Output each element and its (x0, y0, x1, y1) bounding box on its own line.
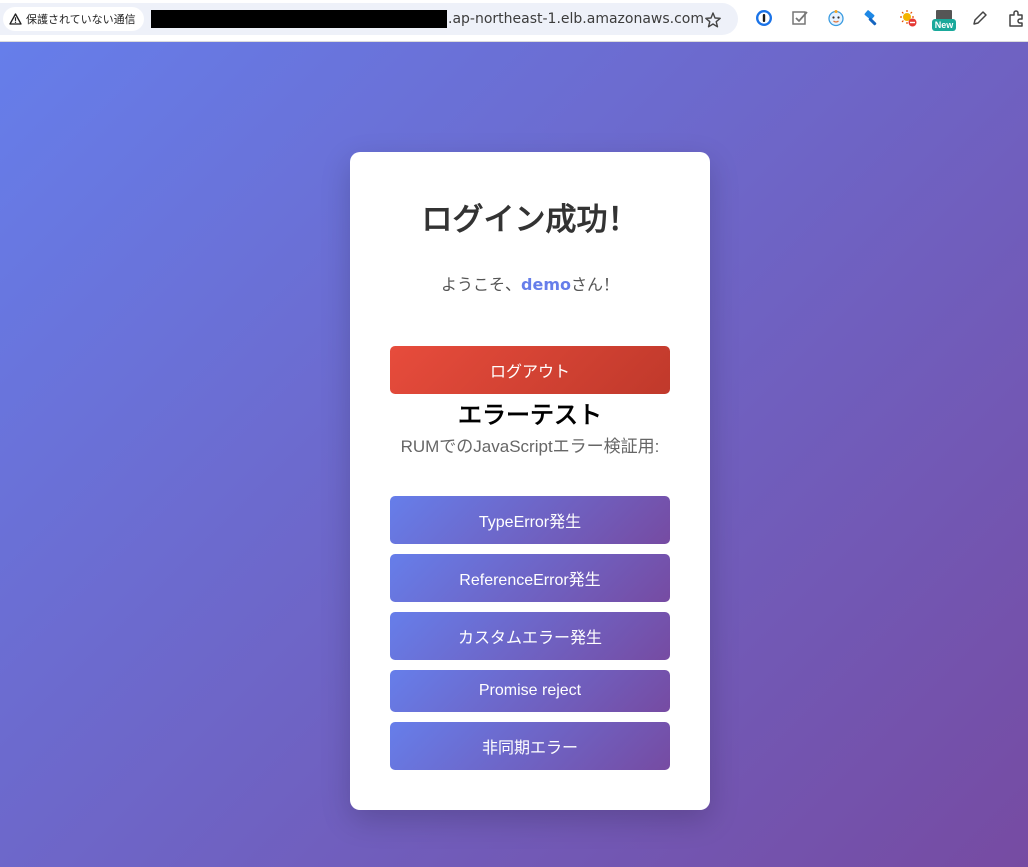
page-title: ログイン成功！ (421, 202, 639, 238)
page-background: ログイン成功！ ようこそ、demoさん！ ログアウト エラーテスト RUMでのJ… (0, 42, 1028, 867)
url-text[interactable]: .ap-northeast-1.elb.amazonaws.com (448, 10, 704, 28)
sun-blocked-icon[interactable] (899, 9, 917, 27)
reference-error-button[interactable]: ReferenceError発生 (390, 554, 670, 602)
new-badge: New (935, 20, 955, 30)
security-indicator[interactable]: 保護されていない通信 (3, 7, 144, 31)
puzzle-icon[interactable] (1007, 9, 1025, 27)
1password-icon[interactable] (755, 9, 773, 27)
welcome-suffix: さん！ (570, 275, 619, 294)
error-test-heading: エラーテスト (458, 401, 602, 429)
welcome-prefix: ようこそ、 (441, 275, 522, 294)
bookmark-star-icon[interactable] (704, 11, 722, 29)
security-label: 保護されていない通信 (26, 13, 136, 26)
pen-icon[interactable] (971, 9, 989, 27)
error-test-description: RUMでのJavaScriptエラー検証用: (400, 437, 660, 456)
browser-toolbar: 保護されていない通信 .ap-northeast-1.elb.amazonaws… (0, 0, 1028, 42)
welcome-message: ようこそ、demoさん！ (350, 271, 710, 295)
promise-reject-button[interactable]: Promise reject (390, 670, 670, 712)
redacted-url-part (151, 10, 447, 28)
login-success-card: ログイン成功！ ようこそ、demoさん！ ログアウト エラーテスト RUMでのJ… (350, 152, 710, 810)
type-error-button[interactable]: TypeError発生 (390, 496, 670, 544)
face-icon[interactable] (827, 9, 845, 27)
new-extension-icon[interactable]: New (932, 9, 956, 31)
username: demo (521, 275, 571, 294)
checklist-icon[interactable] (791, 9, 809, 27)
address-bar[interactable]: 保護されていない通信 .ap-northeast-1.elb.amazonaws… (0, 3, 738, 35)
hammer-icon[interactable] (863, 9, 881, 27)
logout-button[interactable]: ログアウト (390, 346, 670, 394)
warning-icon (9, 13, 22, 25)
custom-error-button[interactable]: カスタムエラー発生 (390, 612, 670, 660)
async-error-button[interactable]: 非同期エラー (390, 722, 670, 770)
